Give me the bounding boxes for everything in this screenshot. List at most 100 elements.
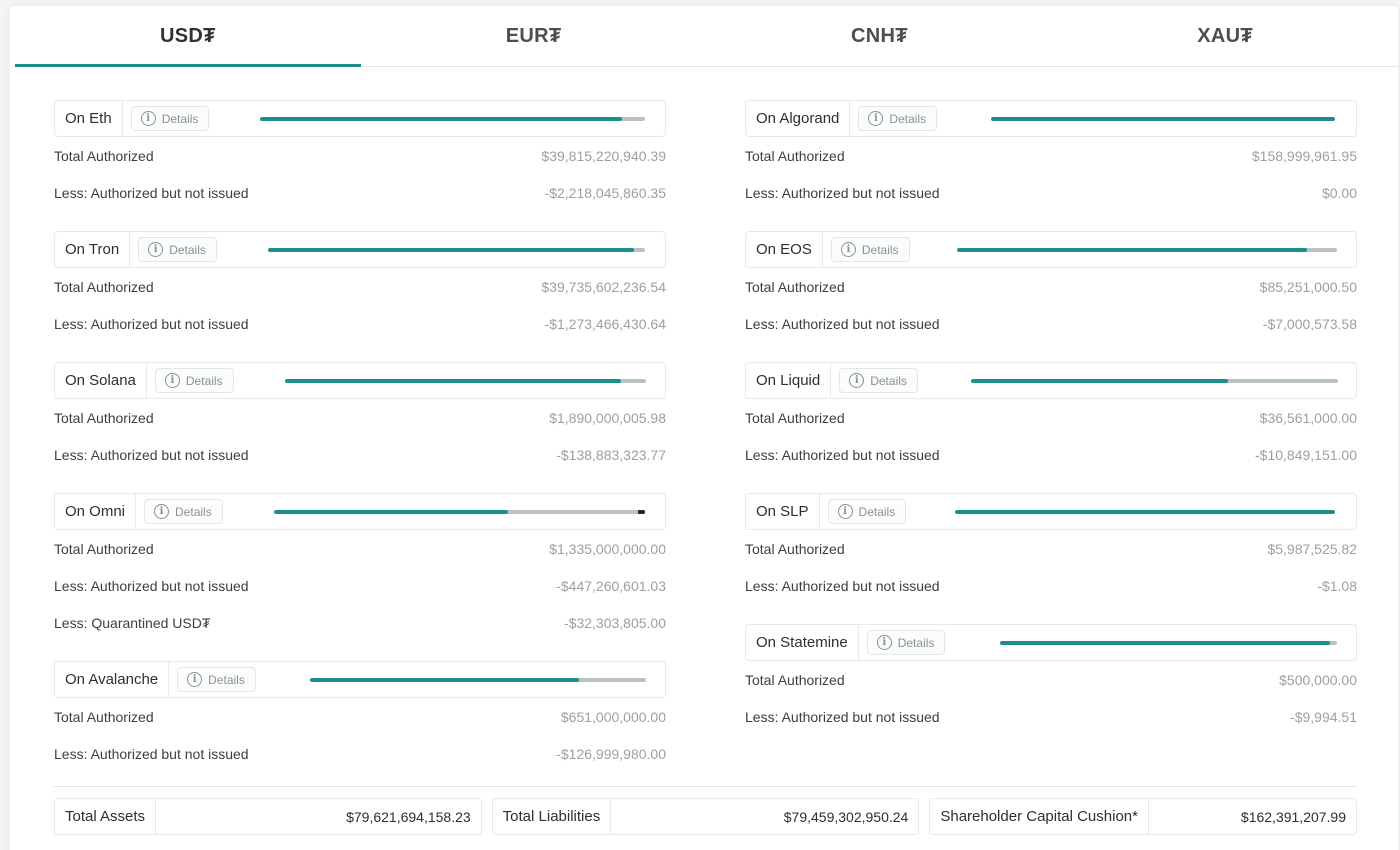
details-label: Details bbox=[175, 504, 212, 519]
issued-progress-fill bbox=[310, 678, 579, 682]
chain-name: On Liquid bbox=[746, 363, 832, 398]
issued-progress-fill bbox=[285, 379, 621, 383]
issued-progress-bar bbox=[260, 117, 645, 121]
amount-value: $0.00 bbox=[1321, 184, 1357, 201]
details-button[interactable]: i Details bbox=[866, 630, 946, 655]
details-button[interactable]: i Details bbox=[144, 499, 223, 524]
amount-label: Less: Authorized but not issued bbox=[745, 184, 940, 201]
amount-value: $1,890,000,005.98 bbox=[549, 409, 666, 426]
amount-value: -$126,999,980.00 bbox=[556, 745, 666, 762]
issued-progress-bar bbox=[1000, 641, 1337, 645]
issued-progress-fill bbox=[268, 248, 634, 252]
details-label: Details bbox=[897, 635, 935, 650]
info-icon: i bbox=[840, 242, 856, 257]
chain-header: On Avalanche i Details bbox=[54, 661, 666, 698]
amount-row: Total Authorized $5,987,525.82 bbox=[745, 530, 1357, 567]
capital-cushion-label: Shareholder Capital Cushion* bbox=[930, 799, 1149, 834]
amount-label: Less: Quarantined USD₮ bbox=[54, 614, 211, 631]
amount-label: Total Authorized bbox=[745, 540, 845, 557]
amount-row: Less: Authorized but not issued -$1,273,4… bbox=[54, 305, 666, 342]
issued-progress-bar bbox=[991, 117, 1335, 121]
details-label: Details bbox=[185, 373, 223, 388]
amount-row: Total Authorized $651,000,000.00 bbox=[54, 698, 666, 735]
total-liabilities-label: Total Liabilities bbox=[493, 799, 612, 834]
info-icon: i bbox=[148, 242, 164, 257]
chain-card-tron: On Tron i Details Total Authorized $39,735,6… bbox=[54, 231, 666, 362]
amount-label: Total Authorized bbox=[745, 409, 845, 426]
chain-name: On Statemine bbox=[746, 625, 859, 660]
tab-usdt[interactable]: USD₮ bbox=[15, 6, 361, 67]
details-button[interactable]: i Details bbox=[154, 368, 234, 393]
details-button[interactable]: i Details bbox=[858, 106, 938, 131]
chain-card-liquid: On Liquid i Details Total Authorized $36,561… bbox=[745, 362, 1357, 493]
amount-value: $39,735,602,236.54 bbox=[541, 278, 666, 295]
amount-row: Total Authorized $39,815,220,940.39 bbox=[54, 137, 666, 174]
amount-value: -$1,273,466,430.64 bbox=[544, 315, 666, 332]
amount-label: Less: Authorized but not issued bbox=[54, 577, 249, 594]
chain-name: On Solana bbox=[55, 363, 147, 398]
issued-progress-fill bbox=[991, 117, 1335, 121]
total-assets-label: Total Assets bbox=[55, 799, 157, 834]
tab-cnht[interactable]: CNH₮ bbox=[707, 6, 1053, 66]
issued-progress-fill bbox=[957, 248, 1307, 252]
amount-value: -$7,000,573.58 bbox=[1262, 315, 1357, 332]
chain-card-eos: On EOS i Details Total Authorized $85,251,00… bbox=[745, 231, 1357, 362]
amount-row: Total Authorized $500,000.00 bbox=[745, 661, 1357, 698]
amount-value: -$447,260,601.03 bbox=[556, 577, 666, 594]
amount-row: Less: Authorized but not issued $0.00 bbox=[745, 174, 1357, 211]
chain-name: On Algorand bbox=[746, 101, 851, 136]
info-icon: i bbox=[187, 672, 203, 687]
amount-label: Total Authorized bbox=[745, 278, 845, 295]
amount-label: Less: Authorized but not issued bbox=[54, 184, 249, 201]
issued-progress-fill bbox=[971, 379, 1228, 383]
chain-card-algorand: On Algorand i Details Total Authorized $158,… bbox=[745, 100, 1357, 231]
chain-card-statemine: On Statemine i Details Total Authorized $500… bbox=[745, 624, 1357, 755]
details-button[interactable]: i Details bbox=[138, 237, 217, 262]
capital-cushion-value: $162,391,207.99 bbox=[1240, 808, 1347, 825]
chain-header: On Omni i Details bbox=[54, 493, 666, 530]
total-assets-value: $79,621,694,158.23 bbox=[346, 808, 471, 825]
amount-value: -$138,883,323.77 bbox=[556, 446, 666, 463]
issued-progress-bar bbox=[955, 510, 1335, 514]
amount-label: Total Authorized bbox=[54, 540, 154, 557]
amount-row: Total Authorized $36,561,000.00 bbox=[745, 399, 1357, 436]
amount-row: Less: Authorized but not issued -$10,849,… bbox=[745, 436, 1357, 473]
amount-value: $36,561,000.00 bbox=[1259, 409, 1357, 426]
amount-value: -$1.08 bbox=[1317, 577, 1357, 594]
issued-progress-bar bbox=[268, 248, 645, 252]
issued-progress-bar bbox=[957, 248, 1337, 252]
details-button[interactable]: i Details bbox=[830, 237, 910, 262]
chain-card-eth: On Eth i Details Total Authorized $39,815,22… bbox=[54, 100, 666, 231]
total-liabilities-value: $79,459,302,950.24 bbox=[783, 808, 909, 825]
chain-header: On EOS i Details bbox=[745, 231, 1357, 268]
amount-label: Total Authorized bbox=[54, 278, 154, 295]
info-icon: i bbox=[876, 635, 892, 650]
left-chain-column: On Eth i Details Total Authorized $39,815,22… bbox=[54, 100, 666, 792]
amount-value: $85,251,000.50 bbox=[1259, 278, 1357, 295]
issued-progress-fill bbox=[955, 510, 1335, 514]
amount-label: Less: Authorized but not issued bbox=[54, 446, 249, 463]
amount-row: Total Authorized $1,335,000,000.00 bbox=[54, 530, 666, 567]
info-icon: i bbox=[164, 373, 180, 388]
details-button[interactable]: i Details bbox=[827, 499, 907, 524]
currency-tabs: USD₮ EUR₮ CNH₮ XAU₮ bbox=[15, 6, 1398, 67]
total-liabilities-box: Total Liabilities $79,459,302,950.24 bbox=[491, 798, 920, 835]
issued-progress-fill bbox=[1000, 641, 1331, 645]
details-label: Details bbox=[208, 672, 245, 687]
amount-value: $39,815,220,940.39 bbox=[541, 147, 666, 164]
tab-xaut[interactable]: XAU₮ bbox=[1052, 6, 1398, 66]
info-icon: i bbox=[868, 111, 884, 126]
issued-progress-fill bbox=[260, 117, 622, 121]
chain-header: On Solana i Details bbox=[54, 362, 666, 399]
amount-label: Total Authorized bbox=[54, 409, 154, 426]
details-button[interactable]: i Details bbox=[130, 106, 210, 131]
info-icon: i bbox=[849, 373, 865, 388]
amount-value: -$32,303,805.00 bbox=[564, 614, 666, 631]
details-label: Details bbox=[169, 242, 206, 257]
details-button[interactable]: i Details bbox=[177, 667, 256, 692]
tab-eurt[interactable]: EUR₮ bbox=[361, 6, 707, 66]
right-chain-column: On Algorand i Details Total Authorized $158,… bbox=[745, 100, 1357, 755]
details-button[interactable]: i Details bbox=[839, 368, 918, 393]
amount-value: $5,987,525.82 bbox=[1267, 540, 1357, 557]
chain-header: On Tron i Details bbox=[54, 231, 666, 268]
